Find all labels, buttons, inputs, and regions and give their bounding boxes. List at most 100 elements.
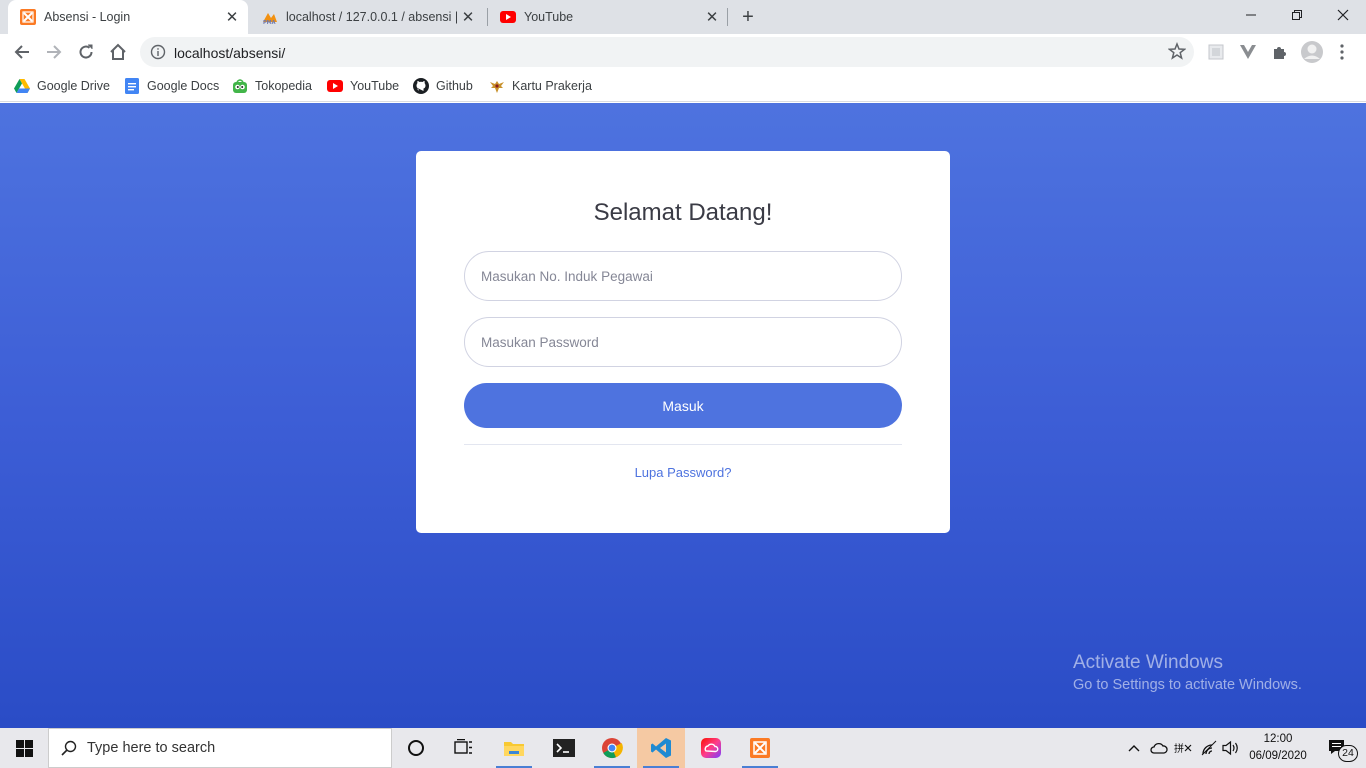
youtube-icon [500,9,516,25]
speaker-icon [1222,740,1238,756]
bookmark-github[interactable]: Github [413,76,473,96]
close-window-button[interactable] [1320,0,1366,30]
url-text: localhost/absensi/ [174,45,286,61]
password-input[interactable] [464,317,902,367]
chevron-up-icon [1128,745,1140,752]
bookmark-google-drive[interactable]: Google Drive [14,76,110,96]
info-icon[interactable] [150,44,166,65]
terminal-button[interactable] [540,728,588,768]
chrome-icon [602,738,623,759]
bookmark-label: Google Docs [147,79,220,93]
back-button[interactable] [8,38,36,66]
action-center-button[interactable]: 24 [1318,728,1358,768]
bookmark-kartu-prakerja[interactable]: Kartu Prakerja [489,76,592,96]
clock-date: 06/09/2020 [1249,750,1307,762]
task-view-button[interactable] [440,728,488,768]
bookmark-star-icon[interactable] [1167,41,1187,65]
cortana-icon [408,740,424,756]
reload-icon [79,44,93,59]
nip-input[interactable] [464,251,902,301]
windows-taskbar: Type here to search 拼 12:00 06/09/2020 2… [0,728,1366,768]
chrome-button[interactable] [588,728,636,768]
close-tab-icon[interactable]: ✕ [222,7,242,27]
google-docs-icon [124,78,140,94]
taskbar-clock[interactable]: 12:00 06/09/2020 [1244,731,1312,765]
search-placeholder: Type here to search [87,740,216,756]
show-hidden-icons-button[interactable] [1124,728,1144,768]
close-tab-icon[interactable]: ✕ [702,7,722,27]
watermark-title: Activate Windows [1073,652,1223,673]
tab-title: YouTube [524,10,574,24]
svg-text:拼: 拼 [1174,742,1184,755]
youtube-icon [327,78,343,94]
login-page: Selamat Datang! Masuk Lupa Password? Act… [0,103,1366,728]
start-button[interactable] [0,728,48,768]
browser-tab-strip: Absensi - Login ✕ PMA localhost / 127.0.… [0,0,1366,34]
tab-separator [727,8,728,26]
login-button[interactable]: Masuk [464,383,902,428]
minimize-button[interactable] [1228,0,1274,30]
profile-avatar[interactable] [1300,40,1324,64]
tab-phpmyadmin[interactable]: PMA localhost / 127.0.0.1 / absensi | ph… [250,0,484,34]
forward-button[interactable] [40,38,68,66]
bookmark-tokopedia[interactable]: Tokopedia [232,76,312,96]
cloud-icon [1150,742,1168,754]
taskbar-search-box[interactable]: Type here to search [48,728,392,768]
google-drive-icon [14,78,30,94]
watermark-subtitle: Go to Settings to activate Windows. [1073,677,1302,693]
creative-cloud-icon [701,738,721,758]
extension-icon[interactable] [1204,40,1228,64]
bookmark-label: Tokopedia [255,79,312,93]
home-button[interactable] [104,38,132,66]
reload-button[interactable] [72,38,100,66]
clock-time: 12:00 [1263,733,1293,745]
garuda-icon [489,78,505,94]
extensions-puzzle-icon[interactable] [1268,40,1292,64]
bookmark-label: Google Drive [37,79,110,93]
task-view-icon [454,739,472,754]
windows-logo-icon [15,739,33,757]
notification-count-badge: 24 [1338,745,1358,762]
cortana-button[interactable] [392,728,440,768]
close-tab-icon[interactable]: ✕ [458,7,478,27]
bookmarks-bar: Google Drive Google Docs Tokopedia YouTu… [0,70,1366,102]
home-icon [110,43,126,60]
bookmark-label: YouTube [350,79,400,93]
folder-icon [504,742,524,756]
onedrive-tray-button[interactable] [1148,728,1170,768]
bookmark-label: Kartu Prakerja [512,79,592,93]
bookmark-google-docs[interactable]: Google Docs [124,76,219,96]
xampp-icon [20,9,36,25]
browser-toolbar: localhost/absensi/ [0,34,1366,70]
forgot-password-link[interactable]: Lupa Password? [416,465,950,480]
github-icon [413,78,429,94]
network-tray-button[interactable] [1198,728,1220,768]
tokopedia-icon [232,78,248,94]
tab-title: localhost / 127.0.0.1 / absensi | phpMyA… [286,10,458,24]
xampp-button[interactable] [736,728,784,768]
restore-button[interactable] [1274,0,1320,30]
phpmyadmin-icon: PMA [262,9,278,25]
bookmark-youtube[interactable]: YouTube [327,76,399,96]
terminal-icon [553,739,575,757]
tab-title: Absensi - Login [44,10,131,24]
back-arrow-icon [14,45,29,59]
address-bar[interactable]: localhost/absensi/ [140,37,1194,67]
tab-absensi-login[interactable]: Absensi - Login ✕ [8,0,248,34]
vscode-icon [651,738,671,758]
input-method-tray-button[interactable]: 拼 [1172,728,1194,768]
keyboard-language-icon: 拼 [1174,742,1192,755]
login-card: Selamat Datang! Masuk Lupa Password? [416,151,950,533]
chrome-menu-icon[interactable] [1330,40,1354,64]
new-tab-button[interactable]: + [736,5,760,29]
tab-youtube[interactable]: YouTube ✕ [488,0,728,34]
svg-text:PMA: PMA [263,20,276,25]
wifi-icon [1201,740,1217,756]
creative-cloud-button[interactable] [687,728,735,768]
vscode-button[interactable] [637,728,685,768]
bookmark-label: Github [436,79,473,93]
page-title: Selamat Datang! [593,199,773,226]
volume-tray-button[interactable] [1220,728,1242,768]
file-explorer-button[interactable] [490,728,538,768]
vue-devtools-icon[interactable] [1236,40,1260,64]
